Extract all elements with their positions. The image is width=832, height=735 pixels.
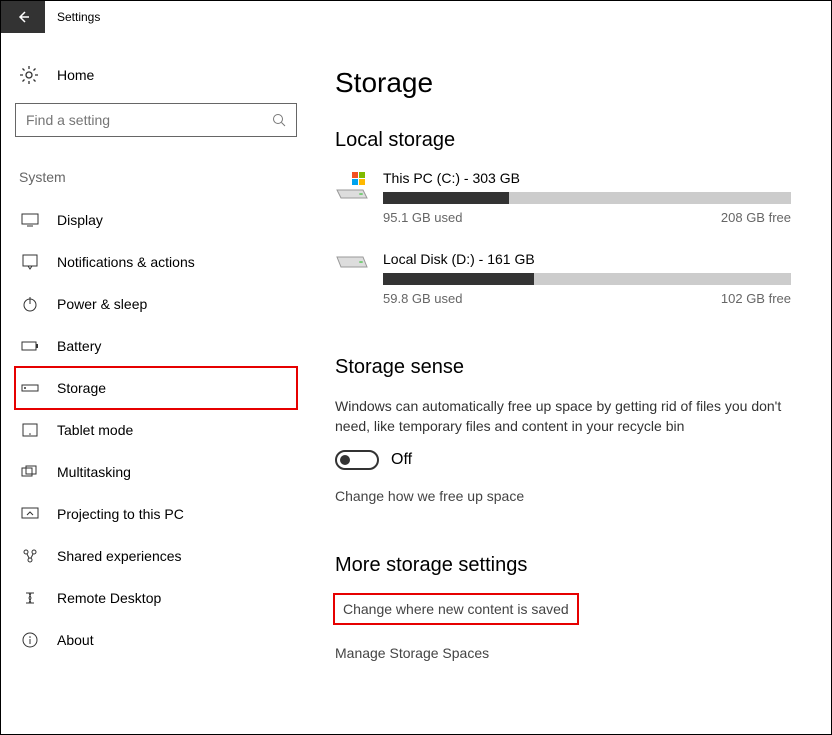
drive-d-name: Local Disk (D:) - 161 GB (383, 251, 791, 267)
drive-c-free: 208 GB free (721, 210, 791, 225)
drive-d-bar (383, 273, 791, 285)
nav-label: Battery (57, 338, 101, 354)
more-settings-heading: More storage settings (335, 554, 791, 577)
storage-icon (21, 379, 39, 397)
drive-d-used: 59.8 GB used (383, 291, 463, 306)
notification-icon (21, 253, 39, 271)
gear-icon (19, 65, 39, 85)
nav-label: Power & sleep (57, 296, 147, 312)
nav-label: Shared experiences (57, 548, 182, 564)
nav-display[interactable]: Display (15, 199, 297, 241)
sidebar-section: System (15, 165, 297, 199)
drive-d[interactable]: Local Disk (D:) - 161 GB 59.8 GB used 10… (335, 251, 791, 306)
page-title: Storage (335, 67, 791, 99)
nav-label: About (57, 632, 94, 648)
search-input[interactable] (15, 103, 297, 137)
drive-c-icon (335, 172, 369, 198)
search-field[interactable] (26, 112, 272, 128)
nav-label: Tablet mode (57, 422, 133, 438)
nav-label: Multitasking (57, 464, 131, 480)
nav-label: Notifications & actions (57, 254, 195, 270)
remote-icon (21, 589, 39, 607)
change-save-location-link[interactable]: Change where new content is saved (335, 595, 577, 623)
storage-sense-heading: Storage sense (335, 356, 791, 379)
nav-label: Projecting to this PC (57, 506, 184, 522)
display-icon (21, 211, 39, 229)
nav-label: Display (57, 212, 103, 228)
change-free-up-link[interactable]: Change how we free up space (335, 488, 791, 504)
nav-storage[interactable]: Storage (15, 367, 297, 409)
power-icon (21, 295, 39, 313)
storage-sense-toggle[interactable] (335, 450, 379, 470)
drive-c-name: This PC (C:) - 303 GB (383, 170, 791, 186)
sidebar: Home System Display Notifications & acti… (1, 33, 311, 734)
nav-label: Remote Desktop (57, 590, 161, 606)
nav-about[interactable]: About (15, 619, 297, 661)
nav-power[interactable]: Power & sleep (15, 283, 297, 325)
local-storage-heading: Local storage (335, 129, 791, 152)
back-button[interactable] (1, 1, 45, 33)
home-nav[interactable]: Home (15, 57, 297, 103)
toggle-label: Off (391, 451, 412, 469)
drive-d-free: 102 GB free (721, 291, 791, 306)
drive-c-bar (383, 192, 791, 204)
nav-remote[interactable]: Remote Desktop (15, 577, 297, 619)
nav-label: Storage (57, 380, 106, 396)
multitasking-icon (21, 463, 39, 481)
nav-projecting[interactable]: Projecting to this PC (15, 493, 297, 535)
nav-multitasking[interactable]: Multitasking (15, 451, 297, 493)
main-content: Storage Local storage This PC (C:) - 303… (311, 33, 831, 734)
battery-icon (21, 337, 39, 355)
shared-icon (21, 547, 39, 565)
window-title: Settings (45, 10, 100, 24)
manage-storage-spaces-link[interactable]: Manage Storage Spaces (335, 645, 791, 661)
home-label: Home (57, 67, 94, 83)
info-icon (21, 631, 39, 649)
search-icon (272, 113, 286, 127)
projecting-icon (21, 505, 39, 523)
drive-d-icon (335, 253, 369, 279)
nav-tablet[interactable]: Tablet mode (15, 409, 297, 451)
nav-battery[interactable]: Battery (15, 325, 297, 367)
nav-shared[interactable]: Shared experiences (15, 535, 297, 577)
drive-c-used: 95.1 GB used (383, 210, 463, 225)
storage-sense-desc: Windows can automatically free up space … (335, 397, 791, 436)
arrow-left-icon (15, 9, 31, 25)
drive-c[interactable]: This PC (C:) - 303 GB 95.1 GB used 208 G… (335, 170, 791, 225)
nav-notifications[interactable]: Notifications & actions (15, 241, 297, 283)
tablet-icon (21, 421, 39, 439)
